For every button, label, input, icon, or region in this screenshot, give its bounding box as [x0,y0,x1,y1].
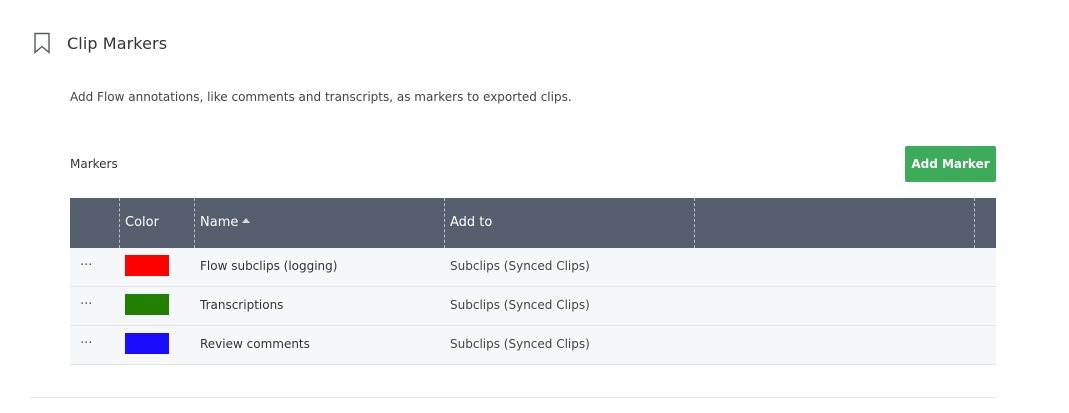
color-swatch [125,333,169,354]
section-title: Clip Markers [67,33,168,53]
column-header-add-to[interactable]: Add to [444,198,694,248]
marker-add-to: Subclips (Synced Clips) [450,259,590,273]
color-swatch [125,255,169,276]
marker-add-to: Subclips (Synced Clips) [450,337,590,351]
markers-label: Markers [70,157,118,171]
sort-ascending-icon [242,218,251,223]
column-header-add-to-label: Add to [450,215,493,230]
bookmark-icon [33,32,51,55]
column-header-name[interactable]: Name [194,198,444,248]
column-separator[interactable] [694,198,695,248]
row-menu-icon[interactable]: ··· [80,287,110,325]
row-menu-icon[interactable]: ··· [80,326,110,364]
section-header: Clip Markers [33,32,168,55]
column-header-color-label: Color [125,215,159,230]
column-separator[interactable] [974,198,975,248]
marker-name: Transcriptions [200,298,284,312]
column-header-name-label: Name [200,215,239,230]
add-marker-button[interactable]: Add Marker [905,146,996,182]
marker-add-to: Subclips (Synced Clips) [450,298,590,312]
table-row[interactable]: ··· Transcriptions Subclips (Synced Clip… [70,287,996,326]
section-description: Add Flow annotations, like comments and … [70,90,572,104]
table-row[interactable]: ··· Review comments Subclips (Synced Cli… [70,326,996,365]
table-row[interactable]: ··· Flow subclips (logging) Subclips (Sy… [70,248,996,287]
marker-name: Flow subclips (logging) [200,259,338,273]
column-header-color[interactable]: Color [119,198,194,248]
section-divider [30,397,996,398]
table-header: Color Name Add to [70,198,996,248]
clip-markers-page: Clip Markers Add Flow annotations, like … [0,0,1069,413]
marker-name: Review comments [200,337,310,351]
row-menu-icon[interactable]: ··· [80,248,110,286]
color-swatch [125,294,169,315]
markers-table: Color Name Add to ··· Flow subclips (log… [70,198,996,365]
